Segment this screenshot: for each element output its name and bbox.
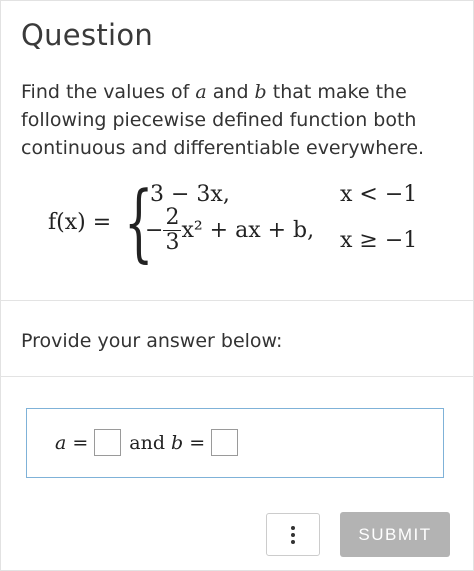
divider <box>0 300 474 301</box>
more-options-button[interactable] <box>266 513 320 556</box>
question-title: Question <box>21 18 154 52</box>
case2-rest: x² + ax + b, <box>181 218 315 243</box>
fraction-numerator: 2 <box>163 205 182 231</box>
function-lhs: f(x) = <box>48 210 112 235</box>
prompt-text-1: Find the values of <box>21 81 196 103</box>
prompt-var-b: b <box>254 81 267 103</box>
b-input[interactable] <box>211 429 239 456</box>
b-label: b = <box>171 431 206 454</box>
case2-sign: − <box>145 218 164 243</box>
case1-condition: x < −1 <box>340 182 418 207</box>
answer-area: a = and b = <box>26 408 444 478</box>
prompt-text-2: and <box>206 81 255 103</box>
case2-expression: −2 3 x² + ax + b, <box>145 206 314 266</box>
a-input[interactable] <box>94 429 122 456</box>
piecewise-function: f(x) = { 3 − 3x, x < −1 −2 3 x² + ax + b, … <box>0 178 474 278</box>
question-prompt: Find the values of a and b that make the… <box>21 78 441 162</box>
fraction-denominator: 3 <box>165 230 180 255</box>
divider <box>0 376 474 377</box>
a-label: a = <box>55 431 89 454</box>
vertical-dots-icon <box>291 525 295 544</box>
case2-condition: x ≥ −1 <box>340 228 418 253</box>
case2-fraction: 23 <box>163 205 182 255</box>
answer-line: a = and b = <box>55 429 244 456</box>
case1-expression: 3 − 3x, <box>150 182 230 207</box>
prompt-var-a: a <box>195 81 207 103</box>
submit-button[interactable]: SUBMIT <box>340 512 450 557</box>
answer-heading: Provide your answer below: <box>21 330 283 352</box>
and-label: and <box>129 431 166 454</box>
